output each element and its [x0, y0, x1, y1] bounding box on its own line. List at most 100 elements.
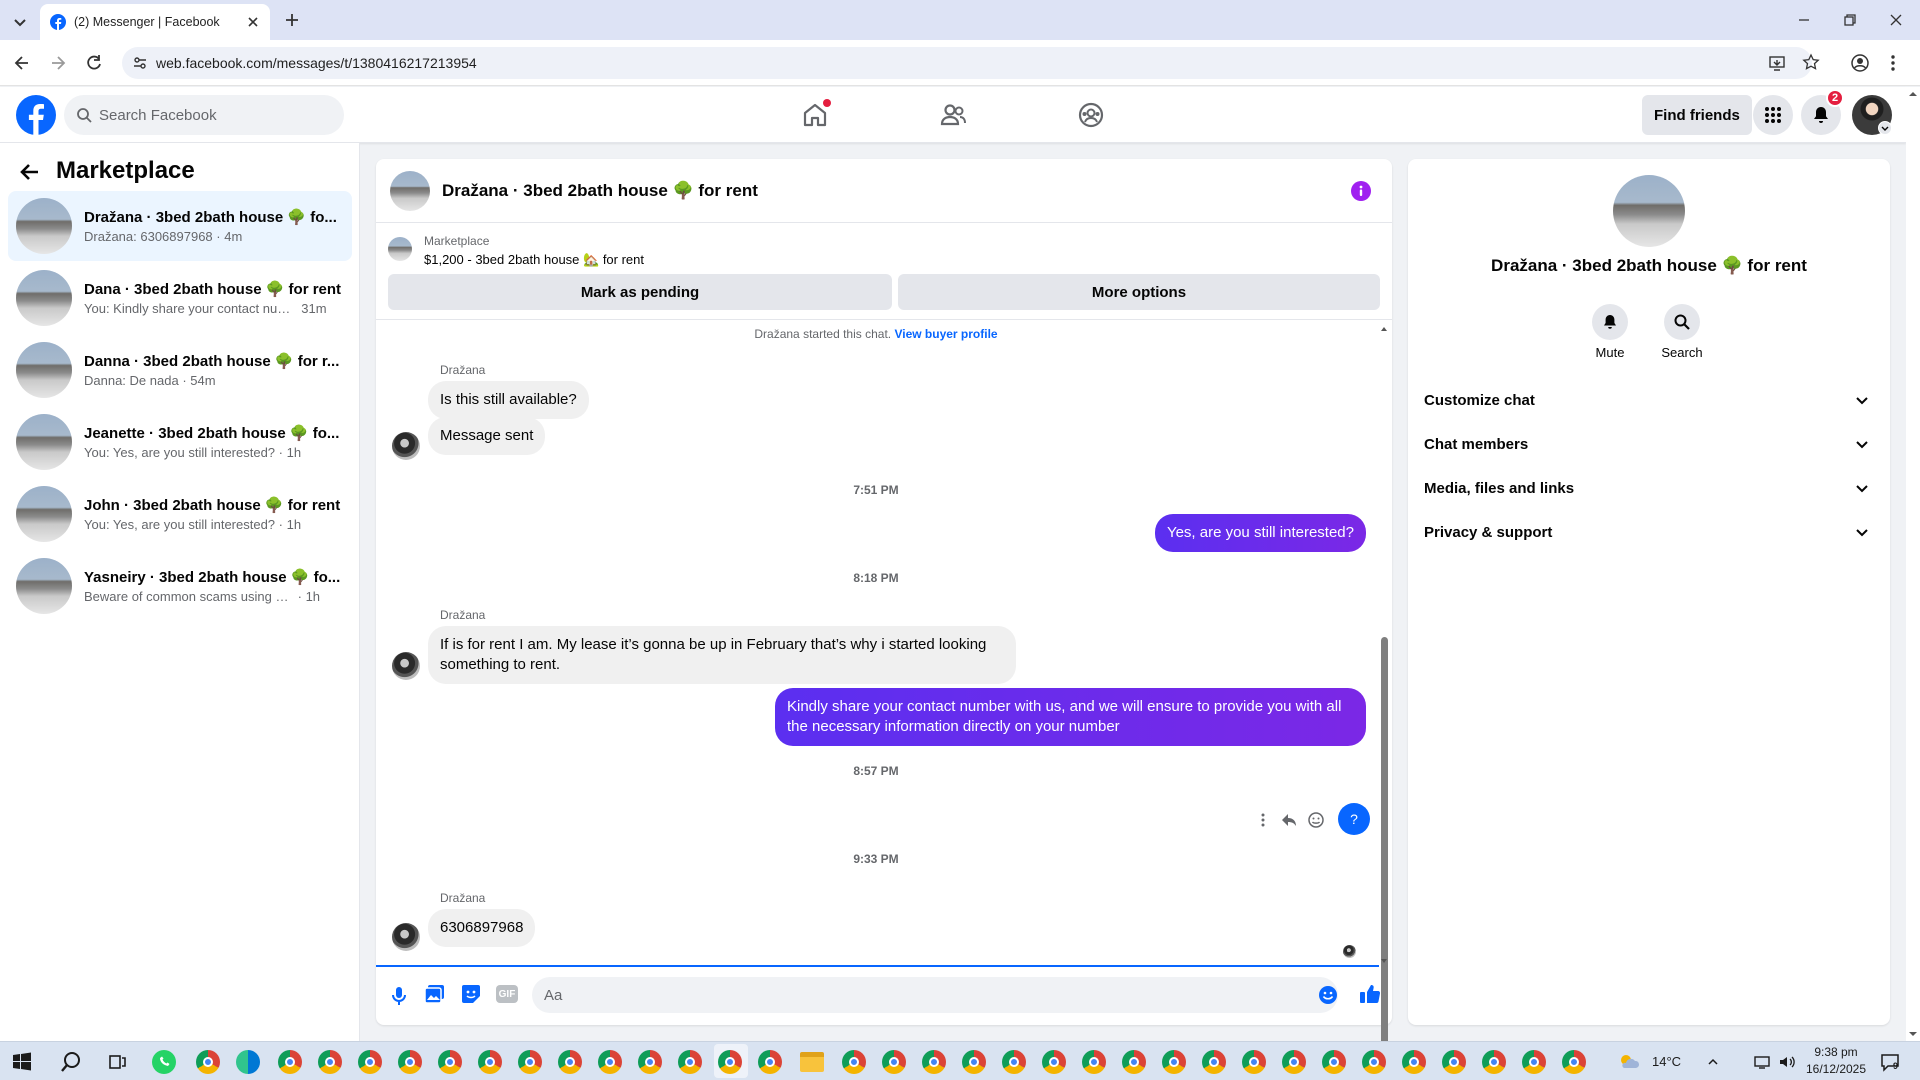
account-chevron-icon[interactable]	[1878, 121, 1892, 135]
chrome-icon[interactable]	[842, 1050, 866, 1074]
chrome-icon[interactable]	[718, 1050, 742, 1074]
weather-icon[interactable]	[1618, 1052, 1640, 1072]
incoming-message[interactable]: 6306897968	[428, 909, 536, 947]
sticker-icon[interactable]	[460, 983, 482, 1005]
chrome-icon[interactable]	[1282, 1050, 1306, 1074]
voice-clip-icon[interactable]	[390, 985, 408, 1007]
close-window-icon[interactable]	[1888, 12, 1904, 28]
conversation-item[interactable]: Dražana · 3bed 2bath house 🌳 fo... Draža…	[8, 191, 352, 261]
search-in-chat-button[interactable]	[1664, 304, 1700, 340]
task-view-icon[interactable]	[108, 1052, 128, 1072]
clock-time[interactable]: 9:38 pm	[1806, 1045, 1866, 1059]
close-tab-icon[interactable]	[246, 15, 260, 29]
chrome-icon[interactable]	[1482, 1050, 1506, 1074]
chrome-icon[interactable]	[1402, 1050, 1426, 1074]
chrome-icon[interactable]	[1202, 1050, 1226, 1074]
back-icon[interactable]	[12, 53, 32, 73]
chrome-icon[interactable]	[1442, 1050, 1466, 1074]
page-scrollbar[interactable]	[1906, 87, 1920, 1041]
conversation-item[interactable]: Danna · 3bed 2bath house 🌳 for r... Dann…	[8, 335, 352, 405]
network-icon[interactable]	[1754, 1054, 1772, 1070]
chrome-icon[interactable]	[438, 1050, 462, 1074]
more-options-button[interactable]: More options	[898, 274, 1380, 310]
chrome-icon[interactable]	[318, 1050, 342, 1074]
taskbar-search-icon[interactable]	[60, 1051, 82, 1073]
mark-as-pending-button[interactable]: Mark as pending	[388, 274, 892, 310]
incoming-message[interactable]: Is this still available?	[428, 381, 589, 419]
info-icon[interactable]	[1351, 181, 1371, 201]
tray-chevron-icon[interactable]	[1706, 1055, 1720, 1069]
sender-avatar[interactable]	[392, 923, 420, 951]
mute-button[interactable]	[1592, 304, 1628, 340]
conversation-item[interactable]: Dana · 3bed 2bath house 🌳 for rent You: …	[8, 263, 352, 333]
new-tab-icon[interactable]	[283, 11, 301, 29]
outgoing-message[interactable]: Kindly share your contact number with us…	[775, 688, 1366, 746]
like-thumbs-up-icon[interactable]	[1359, 983, 1381, 1005]
incoming-message[interactable]: If is for rent I am. My lease it’s gonna…	[428, 626, 1016, 684]
chrome-icon[interactable]	[1122, 1050, 1146, 1074]
chrome-icon[interactable]	[1162, 1050, 1186, 1074]
conversation-item[interactable]: Yasneiry · 3bed 2bath house 🌳 fo... Bewa…	[8, 551, 352, 621]
chrome-icon[interactable]	[1362, 1050, 1386, 1074]
chat-members-section[interactable]: Chat members	[1424, 426, 1874, 462]
conversation-item[interactable]: Jeanette · 3bed 2bath house 🌳 fo... You:…	[8, 407, 352, 477]
chrome-icon[interactable]	[922, 1050, 946, 1074]
chrome-icon[interactable]	[678, 1050, 702, 1074]
minimize-icon[interactable]	[1796, 12, 1812, 28]
windows-start-icon[interactable]	[12, 1052, 32, 1072]
scrollbar-thumb[interactable]	[1381, 637, 1388, 1080]
profile-icon[interactable]	[1850, 53, 1870, 73]
chrome-icon[interactable]	[1562, 1050, 1586, 1074]
back-arrow-icon[interactable]	[18, 160, 42, 184]
chrome-icon[interactable]	[1082, 1050, 1106, 1074]
sender-avatar[interactable]	[392, 652, 420, 680]
reply-icon[interactable]	[1280, 811, 1298, 829]
react-smiley-icon[interactable]	[1307, 811, 1325, 829]
reload-icon[interactable]	[84, 53, 104, 73]
view-buyer-profile-link[interactable]: View buyer profile	[894, 327, 997, 341]
more-actions-icon[interactable]	[1260, 812, 1266, 828]
clock-date[interactable]: 16/12/2025	[1800, 1062, 1872, 1076]
chrome-icon[interactable]	[638, 1050, 662, 1074]
chrome-icon[interactable]	[758, 1050, 782, 1074]
menu-grid-button[interactable]	[1753, 95, 1793, 135]
restore-icon[interactable]	[1842, 12, 1858, 28]
emoji-icon[interactable]	[1318, 985, 1338, 1005]
listing-title[interactable]: $1,200 - 3bed 2bath house 🏡 for rent	[424, 252, 644, 268]
listing-thumbnail-small[interactable]	[388, 237, 412, 261]
media-files-links-section[interactable]: Media, files and links	[1424, 470, 1874, 506]
find-friends-button[interactable]: Find friends	[1642, 95, 1752, 135]
customize-chat-section[interactable]: Customize chat	[1424, 382, 1874, 418]
chrome-icon[interactable]	[358, 1050, 382, 1074]
attach-photo-icon[interactable]	[424, 983, 446, 1005]
chrome-icon[interactable]	[1002, 1050, 1026, 1074]
site-info-icon[interactable]	[132, 55, 148, 71]
gif-icon[interactable]: GIF	[496, 985, 518, 1003]
chrome-icon[interactable]	[478, 1050, 502, 1074]
chrome-icon[interactable]	[598, 1050, 622, 1074]
chrome-icon[interactable]	[1042, 1050, 1066, 1074]
home-nav-icon[interactable]	[801, 99, 831, 129]
privacy-support-section[interactable]: Privacy & support	[1424, 514, 1874, 550]
bookmark-star-icon[interactable]	[1802, 53, 1820, 71]
browser-menu-icon[interactable]	[1890, 53, 1896, 73]
chrome-icon[interactable]	[1242, 1050, 1266, 1074]
chrome-icon[interactable]	[1522, 1050, 1546, 1074]
message-input[interactable]: Aa	[532, 977, 1338, 1013]
forward-icon[interactable]	[48, 53, 68, 73]
chrome-icon[interactable]	[558, 1050, 582, 1074]
chrome-icon[interactable]	[196, 1050, 220, 1074]
friends-nav-icon[interactable]	[939, 101, 967, 129]
chat-scrollbar[interactable]	[1379, 324, 1389, 1080]
chrome-icon[interactable]	[398, 1050, 422, 1074]
facebook-logo-icon[interactable]	[16, 95, 56, 135]
chrome-icon[interactable]	[518, 1050, 542, 1074]
groups-nav-icon[interactable]	[1077, 101, 1105, 129]
tab-list-chevron-icon[interactable]	[10, 12, 30, 32]
chrome-icon[interactable]	[882, 1050, 906, 1074]
url-field[interactable]: web.facebook.com/messages/t/138041621721…	[122, 47, 1812, 79]
help-icon[interactable]: ?	[1338, 803, 1370, 835]
incoming-message[interactable]: Message sent	[428, 417, 546, 455]
chrome-icon[interactable]	[962, 1050, 986, 1074]
conversation-item[interactable]: John · 3bed 2bath house 🌳 for rent You: …	[8, 479, 352, 549]
